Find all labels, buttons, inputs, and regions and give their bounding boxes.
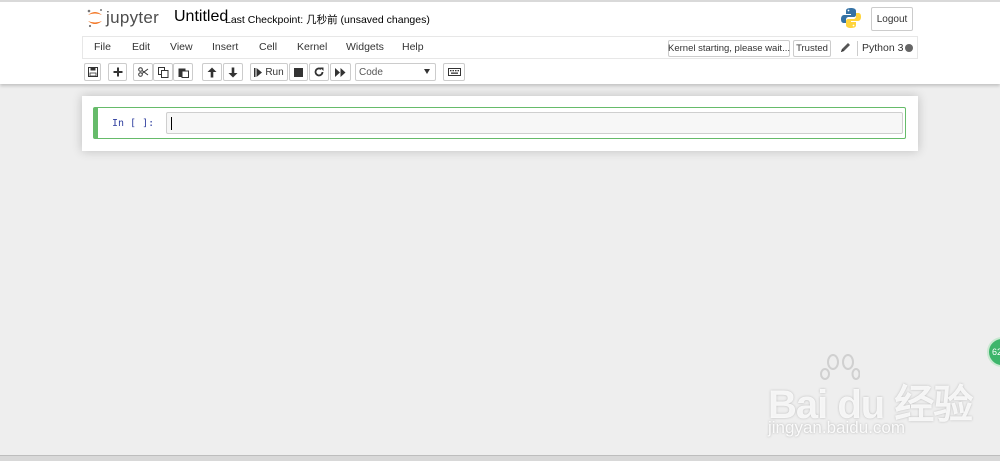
logo-text: jupyter — [106, 8, 160, 27]
restart-kernel-button[interactable] — [309, 63, 329, 81]
kernel-separator — [857, 41, 858, 56]
logout-button[interactable]: Logout — [871, 7, 913, 31]
checkpoint-status: Last Checkpoint: 几秒前 (unsaved changes) — [225, 14, 430, 26]
move-up-button[interactable] — [202, 63, 222, 81]
jupyter-logo-icon — [87, 9, 102, 28]
floating-badge[interactable]: 62 — [987, 337, 1000, 367]
python-logo-icon — [841, 8, 861, 28]
scissors-icon — [137, 67, 148, 77]
paste-button[interactable] — [173, 63, 193, 81]
keyboard-icon — [447, 68, 461, 76]
jupyter-logo[interactable]: jupyter — [86, 6, 159, 30]
menu-help[interactable]: Help — [402, 41, 424, 53]
menu-file[interactable]: File — [94, 41, 111, 53]
arrow-down-icon — [228, 67, 238, 77]
menu-view[interactable]: View — [170, 41, 193, 53]
move-down-button[interactable] — [223, 63, 243, 81]
notebook-container: In [ ]: — [82, 96, 918, 151]
save-icon — [87, 67, 98, 77]
kernel-busy-indicator — [905, 44, 913, 52]
stop-icon — [294, 67, 303, 77]
input-prompt: In [ ]: — [112, 118, 155, 129]
toolbar: Run Code — [82, 63, 918, 81]
menu-insert[interactable]: Insert — [212, 41, 238, 53]
step-forward-icon — [254, 67, 263, 77]
interrupt-kernel-button[interactable] — [289, 63, 308, 81]
run-label: Run — [265, 66, 284, 78]
text-cursor — [171, 117, 172, 130]
command-palette-button[interactable] — [443, 63, 465, 81]
paste-icon — [178, 68, 189, 78]
insert-cell-button[interactable] — [108, 63, 127, 81]
copy-button[interactable] — [153, 63, 173, 81]
kernel-name[interactable]: Python 3 — [862, 42, 903, 54]
code-cell[interactable]: In [ ]: — [93, 107, 906, 139]
window-bottom-edge — [0, 455, 1000, 461]
refresh-icon — [314, 67, 324, 77]
arrow-up-icon — [207, 67, 217, 77]
header-container: jupyter Untitled Last Checkpoint: 几秒前 (u… — [82, 2, 918, 86]
menu-cell[interactable]: Cell — [259, 41, 277, 53]
notebook-title[interactable]: Untitled — [174, 8, 228, 26]
copy-icon — [157, 66, 168, 78]
menu-edit[interactable]: Edit — [132, 41, 150, 53]
cell-type-select[interactable]: Code — [355, 63, 436, 81]
save-button[interactable] — [84, 63, 101, 81]
menu-kernel[interactable]: Kernel — [297, 41, 327, 53]
code-input[interactable] — [166, 112, 903, 134]
fast-forward-icon — [335, 67, 346, 77]
kernel-status-indicator: Kernel starting, please wait... — [668, 40, 790, 57]
plus-icon — [113, 67, 122, 77]
menu-widgets[interactable]: Widgets — [346, 41, 384, 53]
restart-run-all-button[interactable] — [330, 63, 351, 81]
notebook-header: jupyter Untitled Last Checkpoint: 几秒前 (u… — [0, 0, 1000, 84]
pencil-icon[interactable] — [839, 41, 851, 55]
cut-button[interactable] — [133, 63, 153, 81]
cell-type-value: Code — [359, 66, 383, 78]
baidu-watermark-url: jingyan.baidu.com — [768, 418, 906, 437]
trusted-button[interactable]: Trusted — [793, 40, 831, 57]
chevron-down-icon — [424, 69, 430, 74]
run-button[interactable]: Run — [250, 63, 288, 81]
menu-bar: File Edit View Insert Cell Kernel Widget… — [82, 36, 918, 59]
